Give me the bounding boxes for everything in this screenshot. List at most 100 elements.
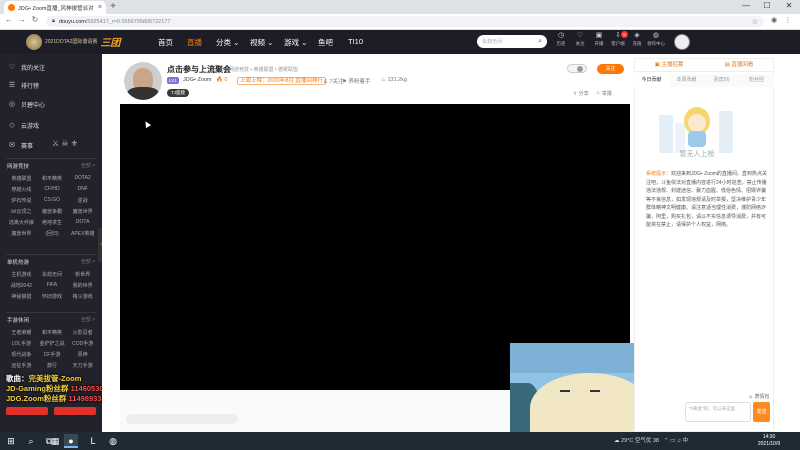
category-link[interactable]: 和平精英 [37,175,68,182]
maximize-button[interactable]: ☐ [760,1,774,10]
history-button[interactable]: ◷ 历史 [552,32,570,48]
close-window-button[interactable]: ✕ [782,1,796,10]
tab-replay[interactable]: ▤ 直播回看 [704,58,774,71]
category-link[interactable]: 魔兽世界 [67,208,98,215]
tab-close-icon[interactable]: × [98,4,102,11]
category-link[interactable]: (回归) [37,230,68,237]
share-link[interactable]: ⇪ 分享 [573,90,589,97]
send-button[interactable]: 发送 [753,402,770,422]
tab-recruit[interactable]: ▣ 主播招募 [634,58,704,71]
category-link[interactable]: 绝地求生 [37,219,68,226]
category-link[interactable]: lol云顶之 [6,208,37,215]
back-icon[interactable]: ← [4,15,14,24]
see-all-link[interactable]: 全部 > [81,316,95,324]
category-link[interactable]: 神秘狼猎 [6,293,37,300]
category-link[interactable]: COD手游 [67,340,98,347]
category-link[interactable]: LOL手游 [6,340,37,347]
category-link[interactable]: 格斗游戏 [67,293,98,300]
clock[interactable]: 14:30 2021/10/9 [752,434,786,447]
nav-ti10[interactable]: TI10 [348,37,363,46]
nav-live[interactable]: 直播 [187,37,202,48]
category-link[interactable]: 天刀手游 [67,362,98,369]
category-link[interactable]: DOTA [67,219,98,226]
tray-icons[interactable]: ⌃ ▭ ♫ 中 [664,436,688,444]
category-link[interactable]: 逆战 [67,197,98,204]
browser-tab[interactable]: JDG• Zoom直播_风神拔管派对 × [4,1,106,14]
category-link[interactable]: 穿越火线 [6,186,37,193]
recharge-button[interactable]: ◈ 充值 [628,32,646,48]
category-link[interactable]: 火影忍者 [67,329,98,336]
category-link[interactable]: 和平精英 [37,329,68,336]
category-link[interactable]: 炉石传说 [6,197,37,204]
category-link[interactable]: FIFA [37,282,68,289]
sidebar-item-follow[interactable]: ♡ 我的关注 [0,58,102,76]
sidebar-red-button[interactable] [6,407,48,415]
category-link[interactable]: CF手游 [37,351,68,358]
see-all-link[interactable]: 全部 > [81,162,95,170]
category-link[interactable]: 魔兽争霸 [37,208,68,215]
follow-button[interactable]: ♡ 关注 [571,32,589,48]
taskbar-app-explorer-icon[interactable]: ▦ [48,434,62,448]
category-link[interactable]: 现代战争 [6,351,37,358]
category-link[interactable]: 我的世界 [67,282,98,289]
bookmark-star-icon[interactable]: ☆ [752,18,758,26]
category-link[interactable]: CS:GO [37,197,68,204]
room-category[interactable]: 网游竞技 • 英雄联盟 • 德累联盟 [229,66,298,73]
tab-vip[interactable]: 贵宾(0) [704,74,739,87]
sidebar-item-rank[interactable]: ☰ 排行榜 [0,76,102,94]
new-tab-button[interactable]: + [108,1,118,12]
category-link[interactable]: 主机游戏 [6,271,37,278]
profile-icon[interactable]: ◉ [769,16,779,24]
sidebar-red-button[interactable] [54,407,96,415]
category-link[interactable]: 魔兽世界 [6,230,37,237]
fans-task[interactable]: ⚑ 养粉着手 [342,77,370,85]
sidebar-item-cloudgame[interactable]: ◇ 云游戏 [0,116,102,134]
go-live-button[interactable]: ▣ 开播 [590,32,608,48]
start-icon[interactable]: ⊞ [4,434,18,448]
see-all-link[interactable]: 全部 > [81,258,95,266]
sidebar-item-events[interactable]: ✉ 赛事 [0,136,102,154]
category-link[interactable]: 远征手游 [6,362,37,369]
taskbar-app-league-icon[interactable]: L [86,434,100,448]
rank-badge[interactable]: 上周上榜：2020年8月 直播间排行 [237,77,326,85]
category-link[interactable]: 怀旧游戏 [37,293,68,300]
url-field[interactable]: 🔒︎ douyu.com/5925417_r=0.555679580672217… [46,16,764,27]
search-icon[interactable]: ⌕ [24,434,38,448]
room-chip[interactable]: TJ面膜 [167,89,189,97]
reload-icon[interactable]: ↻ [30,15,40,24]
category-link[interactable]: 金铲铲之战 [37,340,68,347]
tab-today[interactable]: 今日贡献 [634,74,669,87]
theme-toggle[interactable] [567,64,587,73]
weather-widget[interactable]: ☁ 29°C 空气优 38 [614,436,659,444]
category-link[interactable]: DNF [67,186,98,193]
category-link[interactable]: DOTA2 [67,175,98,182]
category-link[interactable]: 王者荣耀 [6,329,37,336]
category-link[interactable]: APEX英雄 [67,230,98,237]
user-avatar[interactable] [674,34,690,50]
forward-icon[interactable]: → [17,15,27,24]
tab-week[interactable]: 本周贡献 [669,74,704,87]
search-input[interactable]: 永劫无间 ⌕ [477,35,547,48]
category-link[interactable]: 原神 [67,351,98,358]
nav-video[interactable]: 视频 ⌄ [250,37,273,48]
sidebar-item-center[interactable]: ◎ 贝碧中心 [0,95,102,113]
follow-button[interactable]: 关注 [597,64,624,74]
emoji-button[interactable]: ☺ 表情包 [748,393,770,400]
chat-input[interactable]: “#黄金”呢，可以来这里… [685,402,751,422]
taskbar-app-obs-icon[interactable]: ◍ [106,434,120,448]
danmaku-input[interactable] [126,414,238,424]
anchor-name[interactable]: JDG• Zoom [183,77,212,83]
creator-center-button[interactable]: ◍ 领作中心 [647,32,665,48]
category-link[interactable]: 永劫无间 [37,271,68,278]
minimize-button[interactable]: — [739,1,753,10]
menu-icon[interactable]: ⋮ [783,16,793,24]
streamer-avatar[interactable] [124,62,162,100]
category-link[interactable]: 逃离大乔娘 [6,219,37,226]
report-link[interactable]: ⚐ 举报 [596,90,612,97]
nav-game[interactable]: 游戏 ⌄ [284,37,307,48]
nav-fishbar[interactable]: 鱼吧 [318,37,333,48]
search-icon[interactable]: ⌕ [538,38,542,46]
category-link[interactable]: 战地2042 [6,282,37,289]
category-link[interactable]: CF/HD [37,186,68,193]
site-logo[interactable]: 2021DOTA2国际邀请赛 三团 [26,33,134,50]
